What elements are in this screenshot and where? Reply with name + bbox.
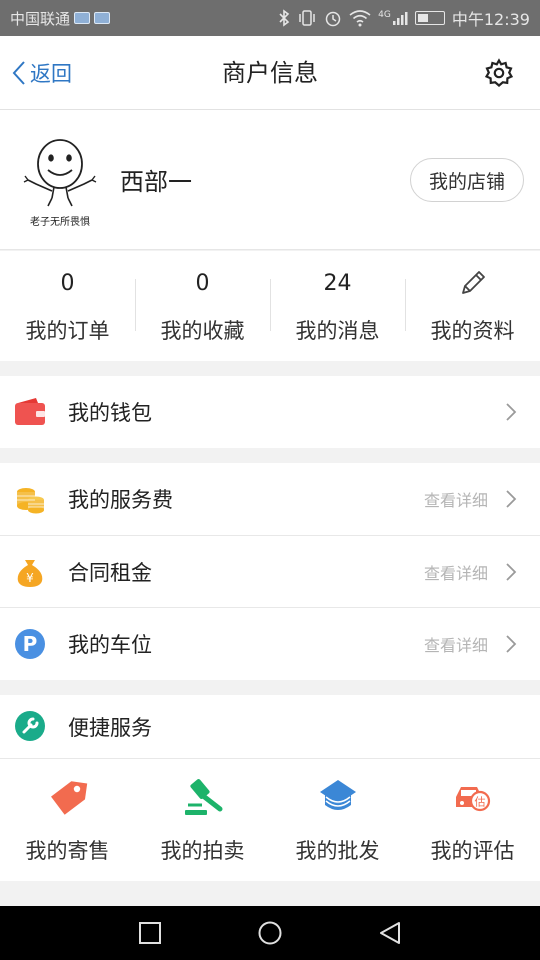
stat-label: 我的订单 (25, 319, 110, 343)
avatar-caption: 老子无所畏惧 (30, 217, 90, 228)
shortcut-consignment[interactable]: 我的寄售 (0, 759, 135, 881)
pencil-icon (461, 271, 485, 294)
estimate-char: 估 (474, 796, 485, 809)
stat-label: 我的收藏 (160, 319, 245, 343)
recent-apps-icon[interactable] (137, 920, 163, 946)
shortcut-valuation[interactable]: 估 我的评估 (405, 759, 540, 881)
box-icon (319, 780, 356, 810)
stat-value: 0 (195, 270, 210, 296)
wifi-icon (349, 9, 371, 27)
sim-card-icon (74, 12, 91, 24)
back-nav-icon[interactable] (377, 920, 403, 946)
stat-messages[interactable]: 24 我的消息 (270, 251, 405, 361)
chevron-right-icon (506, 635, 517, 653)
battery-level (417, 14, 428, 22)
system-nav-bar (0, 906, 540, 960)
menu-label: 我的钱包 (68, 401, 152, 425)
bluetooth-icon (278, 9, 290, 27)
coins-icon (17, 488, 44, 514)
stat-profile[interactable]: 我的资料 (405, 251, 540, 361)
battery-icon (414, 11, 445, 25)
shortcut-wholesale[interactable]: 我的批发 (270, 759, 405, 881)
quick-services-header: 便捷服务 (0, 695, 540, 758)
menu-row-contract-rent[interactable]: ¥ 合同租金 查看详细 (0, 536, 540, 608)
menu-label: 我的车位 (68, 633, 152, 657)
menu-label: 我的服务费 (68, 488, 173, 512)
shortcut-label: 我的寄售 (25, 839, 110, 863)
vibrate-icon (297, 9, 317, 27)
carrier-group: 中国联通 (10, 8, 111, 29)
svg-text:¥: ¥ (26, 571, 34, 585)
view-details-link[interactable]: 查看详细 (424, 487, 488, 511)
signal-icon: 4G (378, 10, 408, 26)
my-store-button[interactable]: 我的店铺 (410, 158, 524, 202)
shortcut-label: 我的评估 (430, 839, 515, 863)
car-estimate-icon: 估 (455, 787, 490, 812)
menu-label: 合同租金 (68, 561, 152, 585)
network-type: 4G (378, 10, 391, 20)
view-details-link[interactable]: 查看详细 (424, 632, 488, 656)
avatar[interactable]: 老子无所畏惧 (22, 136, 98, 228)
wrench-icon (15, 711, 45, 741)
menu-row-wallet[interactable]: 我的钱包 (0, 376, 540, 448)
sim-card-icon (94, 12, 111, 24)
menu-row-service-fee[interactable]: 我的服务费 查看详细 (0, 463, 540, 535)
money-bag-icon: ¥ (17, 560, 43, 587)
stat-label: 我的消息 (295, 319, 380, 343)
header-bar: 返回 商户信息 (0, 36, 540, 110)
stat-favorites[interactable]: 0 我的收藏 (135, 251, 270, 361)
stat-orders[interactable]: 0 我的订单 (0, 251, 135, 361)
status-bar: 中国联通 4G 中午12:39 (0, 0, 540, 36)
stat-value: 0 (60, 270, 75, 296)
gear-icon[interactable] (484, 58, 514, 88)
status-icons: 4G 中午12:39 (278, 6, 530, 30)
wallet-icon (15, 398, 45, 425)
meme-face-icon (23, 139, 97, 207)
gavel-icon (184, 779, 222, 815)
carrier-name: 中国联通 (10, 9, 71, 28)
view-details-link[interactable]: 查看详细 (424, 560, 488, 584)
menu-row-parking[interactable]: P 我的车位 查看详细 (0, 608, 540, 680)
chevron-right-icon (506, 563, 517, 581)
merchant-name: 西部一 (120, 168, 192, 196)
stats-bar: 0 我的订单 0 我的收藏 24 我的消息 我的资料 (0, 251, 540, 361)
tag-icon (50, 781, 87, 815)
profile-section: 老子无所畏惧 西部一 我的店铺 (0, 110, 540, 250)
stat-label: 我的资料 (430, 319, 515, 343)
parking-icon: P (15, 629, 45, 659)
page-title: 商户信息 (222, 59, 318, 87)
stat-value: 24 (323, 270, 352, 296)
svg-text:P: P (23, 632, 38, 656)
chevron-right-icon (506, 403, 517, 421)
shortcut-label: 我的拍卖 (160, 839, 245, 863)
quick-services-grid: 我的寄售 我的拍卖 我的批发 估 我的评估 (0, 759, 540, 881)
shortcut-label: 我的批发 (295, 839, 380, 863)
alarm-icon (324, 9, 342, 27)
chevron-right-icon (506, 490, 517, 508)
section-title: 便捷服务 (68, 715, 152, 740)
shortcut-auction[interactable]: 我的拍卖 (135, 759, 270, 881)
home-icon[interactable] (257, 920, 283, 946)
clock: 中午12:39 (451, 10, 530, 29)
